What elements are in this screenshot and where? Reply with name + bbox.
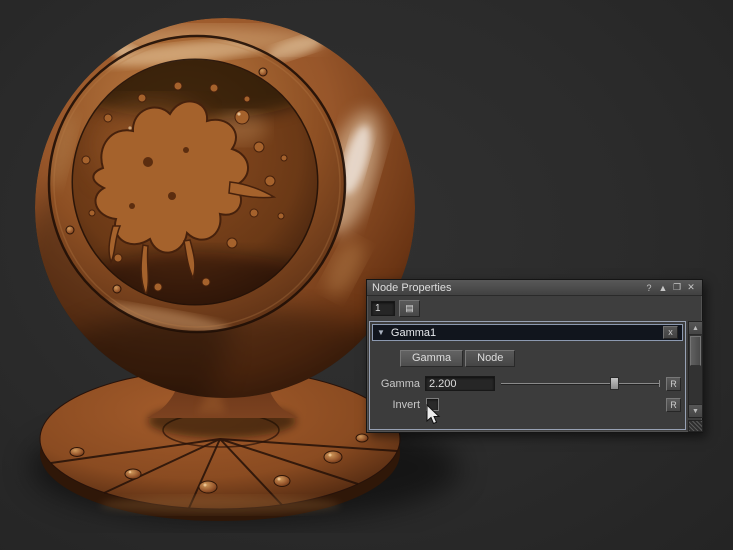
gamma-slider-handle[interactable] <box>610 377 619 390</box>
help-icon[interactable]: ? <box>643 283 655 293</box>
node-name-label: Gamma1 <box>391 327 663 339</box>
scroll-down-button[interactable]: ▼ <box>689 404 702 417</box>
invert-reset-button[interactable]: R <box>666 398 681 412</box>
remove-node-button[interactable]: x <box>663 326 678 339</box>
gamma-reset-button[interactable]: R <box>666 377 681 391</box>
gamma-parameter-row: Gamma R <box>370 375 685 392</box>
form-edit-button[interactable]: ▤ <box>399 300 420 317</box>
pin-icon[interactable]: ▲ <box>657 283 669 293</box>
close-icon[interactable]: ✕ <box>685 282 697 293</box>
panel-toolbar: ▤ <box>367 296 702 317</box>
collapse-triangle-icon[interactable]: ▼ <box>377 328 385 337</box>
gamma-label: Gamma <box>370 378 425 390</box>
preview-viewport[interactable]: Node Properties ? ▲ ❐ ✕ ▤ ▼ Gamma1 x Gam… <box>0 0 733 550</box>
popout-icon[interactable]: ❐ <box>671 282 683 293</box>
vertical-scrollbar[interactable]: ▲ ▼ <box>688 321 703 418</box>
mouse-cursor-icon <box>426 404 442 426</box>
panel-resize-grip[interactable] <box>688 420 703 432</box>
tab-bar: Gamma Node <box>400 350 685 367</box>
invert-label: Invert <box>370 399 425 411</box>
invert-parameter-row: Invert R <box>370 396 685 413</box>
properties-form: ▼ Gamma1 x Gamma Node Gamma R Invert <box>369 321 686 430</box>
gamma-slider[interactable] <box>499 376 662 391</box>
tab-gamma[interactable]: Gamma <box>400 350 463 367</box>
node-header[interactable]: ▼ Gamma1 x <box>372 324 683 341</box>
gamma-value-input[interactable] <box>425 376 495 391</box>
scrollbar-track[interactable] <box>689 367 702 404</box>
panel-titlebar[interactable]: Node Properties ? ▲ ❐ ✕ <box>367 280 702 296</box>
shader-ball-render <box>0 0 733 550</box>
scrollbar-thumb[interactable] <box>690 336 701 366</box>
scroll-up-button[interactable]: ▲ <box>689 322 702 335</box>
tab-node[interactable]: Node <box>465 350 515 367</box>
panel-title: Node Properties <box>372 282 641 294</box>
index-input[interactable] <box>371 301 395 316</box>
node-properties-panel: Node Properties ? ▲ ❐ ✕ ▤ ▼ Gamma1 x Gam… <box>366 279 703 433</box>
